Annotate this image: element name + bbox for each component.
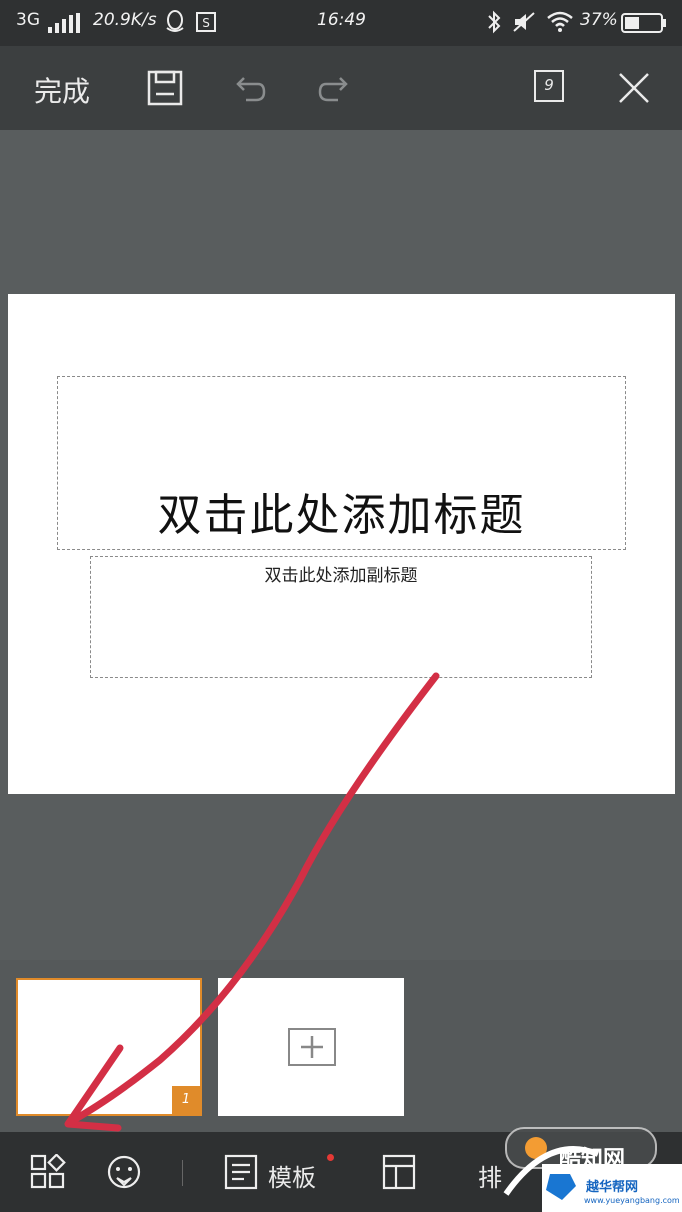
network-speed: 20.9K/s <box>93 10 157 30</box>
mute-icon <box>513 12 535 32</box>
battery-percent: 37% <box>580 10 618 30</box>
watermark-site-name: 酷知网 <box>559 1146 626 1172</box>
emoji-icon[interactable] <box>106 1154 142 1190</box>
save-icon[interactable] <box>143 66 187 110</box>
signal-icon <box>48 13 80 33</box>
clock: 16:49 <box>317 10 366 30</box>
page-count: 9 <box>544 76 554 94</box>
slide-thumbnail-1[interactable]: 1 <box>16 978 202 1116</box>
done-button[interactable]: 完成 <box>34 70 90 110</box>
s-app-icon: S <box>196 12 216 32</box>
title-placeholder: 双击此处添加标题 <box>157 490 526 541</box>
slide-canvas[interactable]: 双击此处添加标题 双击此处添加副标题 <box>8 294 675 794</box>
layout-icon[interactable] <box>382 1154 416 1190</box>
template-notification-dot <box>327 1154 334 1161</box>
battery-icon <box>621 13 666 33</box>
status-bar: 3G 20.9K/s S 16:49 37% <box>0 0 682 46</box>
editor-toolbar: 完成 9 <box>0 46 682 130</box>
undo-icon[interactable] <box>228 66 272 110</box>
subtitle-placeholder-box[interactable]: 双击此处添加副标题 <box>90 556 592 678</box>
redo-icon[interactable] <box>312 66 356 110</box>
close-icon[interactable] <box>612 66 656 110</box>
slide-number-badge: 1 <box>172 1086 200 1114</box>
template-icon[interactable] <box>224 1154 258 1190</box>
qq-icon <box>166 10 184 32</box>
template-button[interactable]: 模板 <box>268 1158 316 1193</box>
plus-icon <box>288 1028 336 1066</box>
watermark-site-name-2: 越华帮网 <box>586 1180 639 1195</box>
network-type: 3G <box>16 10 40 30</box>
page-count-button[interactable]: 9 <box>534 70 564 102</box>
subtitle-placeholder: 双击此处添加副标题 <box>264 566 418 586</box>
slide-thumbnail-strip: 1 <box>0 960 682 1132</box>
watermark-url: www.yueyangbang.com <box>584 1196 680 1205</box>
title-placeholder-box[interactable]: 双击此处添加标题 <box>57 376 626 550</box>
add-slide-button[interactable] <box>218 978 404 1116</box>
svg-text:S: S <box>202 16 210 30</box>
grid-apps-icon[interactable] <box>30 1154 66 1190</box>
bluetooth-icon <box>488 10 501 34</box>
wifi-icon <box>547 11 573 32</box>
toolbar-divider <box>182 1160 183 1186</box>
